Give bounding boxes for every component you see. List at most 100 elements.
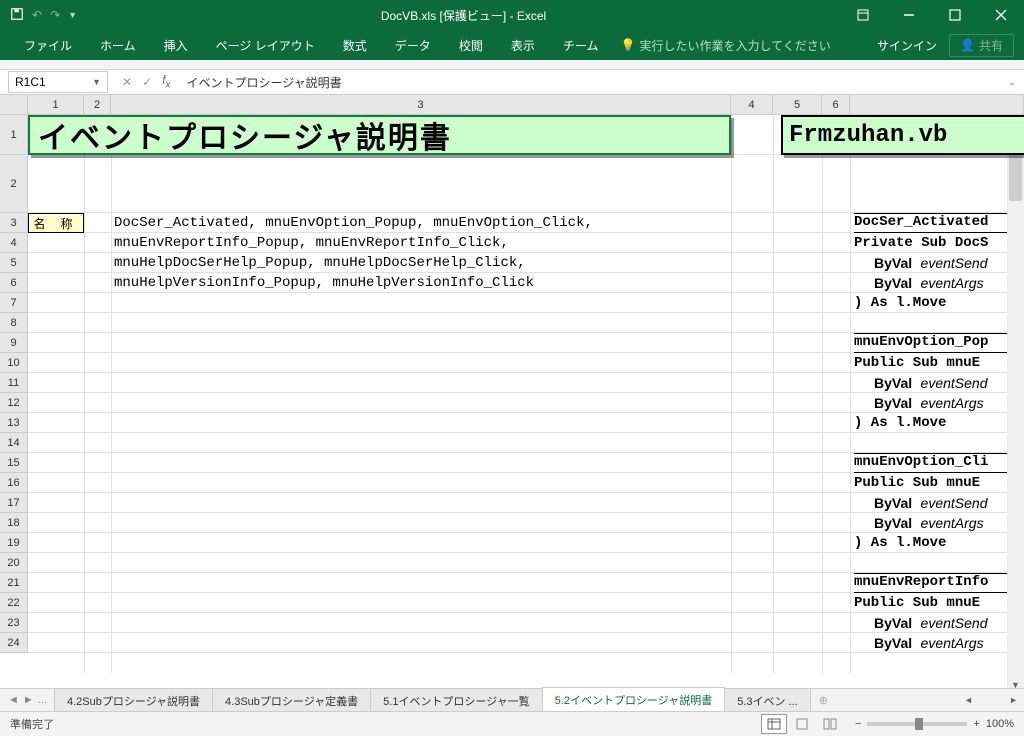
col-header[interactable]: 4 — [731, 95, 773, 114]
name-box[interactable]: R1C1 ▼ — [8, 71, 108, 93]
row-header[interactable]: 19 — [0, 533, 28, 553]
sheet-nav-prev-icon[interactable]: ► — [23, 694, 34, 706]
view-normal-icon[interactable] — [761, 714, 787, 734]
row-header[interactable]: 3 — [0, 213, 28, 233]
row-header[interactable]: 4 — [0, 233, 28, 253]
row-header[interactable]: 9 — [0, 333, 28, 353]
minimize-icon[interactable] — [886, 0, 932, 30]
share-button[interactable]: 👤 共有 — [949, 34, 1014, 57]
row-header[interactable]: 2 — [0, 155, 28, 213]
cells-area[interactable]: イベントプロシージャ説明書 Frmzuhan.vb 名 称 DocSer_Act… — [28, 115, 1024, 673]
col-header[interactable]: 2 — [84, 95, 111, 114]
tab-data[interactable]: データ — [381, 30, 445, 60]
row-header[interactable]: 5 — [0, 253, 28, 273]
row-header[interactable]: 18 — [0, 513, 28, 533]
proc-body[interactable]: ByVal eventArgs — [874, 395, 984, 413]
proc-header[interactable]: mnuEnvOption_Cli — [854, 453, 1024, 473]
zoom-level[interactable]: 100% — [986, 718, 1014, 730]
tab-file[interactable]: ファイル — [10, 30, 86, 60]
proc-body[interactable]: ByVal eventArgs — [874, 635, 984, 653]
code-line[interactable]: mnuEnvReportInfo_Popup, mnuEnvReportInfo… — [114, 235, 509, 251]
add-sheet-icon[interactable]: ⊕ — [811, 694, 836, 707]
sheet-tab[interactable]: 4.2Subプロシージャ説明書 — [54, 688, 213, 713]
proc-header[interactable]: mnuEnvReportInfo — [854, 573, 1024, 593]
code-line[interactable]: mnuHelpDocSerHelp_Popup, mnuHelpDocSerHe… — [114, 255, 526, 271]
fx-icon[interactable]: fx — [162, 73, 178, 90]
sheet-tab[interactable]: 5.3イベン ... — [724, 688, 811, 713]
accept-formula-icon[interactable]: ✓ — [142, 75, 152, 89]
scroll-thumb[interactable] — [1009, 151, 1022, 201]
chevron-down-icon[interactable]: ▼ — [92, 77, 101, 87]
horizontal-scrollbar[interactable]: ◄ ► — [964, 692, 1024, 709]
select-all-corner[interactable] — [0, 95, 28, 114]
tab-view[interactable]: 表示 — [497, 30, 549, 60]
zoom-slider[interactable] — [867, 722, 967, 726]
save-icon[interactable] — [10, 7, 24, 24]
scroll-left-icon[interactable]: ◄ — [964, 695, 973, 705]
row-header[interactable]: 16 — [0, 473, 28, 493]
name-label-cell[interactable]: 名 称 — [28, 213, 84, 233]
row-header[interactable]: 1 — [0, 115, 28, 155]
qat-dropdown-icon[interactable]: ▼ — [68, 10, 77, 20]
tab-page-layout[interactable]: ページ レイアウト — [202, 30, 329, 60]
row-header[interactable]: 6 — [0, 273, 28, 293]
undo-icon[interactable]: ↶ — [32, 8, 42, 22]
sheet-tab-active[interactable]: 5.2イベントプロシージャ説明書 — [542, 687, 726, 714]
cancel-formula-icon[interactable]: ✕ — [122, 75, 132, 89]
zoom-slider-handle[interactable] — [915, 718, 923, 730]
vertical-scrollbar[interactable]: ▲ ▼ — [1007, 135, 1024, 693]
proc-body[interactable]: ByVal ByVal eventSendeventSend — [874, 255, 988, 273]
row-header[interactable]: 11 — [0, 373, 28, 393]
proc-header[interactable]: DocSer_Activated — [854, 213, 1024, 233]
tab-team[interactable]: チーム — [549, 30, 613, 60]
proc-footer[interactable]: ) As l.Move — [854, 535, 946, 551]
col-header[interactable]: 1 — [28, 95, 84, 114]
row-header[interactable]: 14 — [0, 433, 28, 453]
redo-icon[interactable]: ↷ — [50, 8, 60, 22]
tab-insert[interactable]: 挿入 — [150, 30, 202, 60]
col-header[interactable]: 6 — [822, 95, 850, 114]
scroll-right-icon[interactable]: ► — [1009, 695, 1018, 705]
proc-sig[interactable]: Public Sub mnuE — [854, 475, 980, 491]
row-header[interactable]: 10 — [0, 353, 28, 373]
proc-footer[interactable]: ) As l.Move — [854, 295, 946, 311]
proc-body[interactable]: ByVal eventArgs — [874, 515, 984, 533]
code-line[interactable]: mnuHelpVersionInfo_Popup, mnuHelpVersion… — [114, 275, 534, 291]
code-line[interactable]: DocSer_Activated, mnuEnvOption_Popup, mn… — [114, 215, 593, 231]
proc-body[interactable]: ByVal eventSend — [874, 375, 988, 393]
doc-title-cell[interactable]: イベントプロシージャ説明書 — [28, 115, 731, 155]
row-header[interactable]: 8 — [0, 313, 28, 333]
row-header[interactable]: 21 — [0, 573, 28, 593]
filename-cell[interactable]: Frmzuhan.vb — [781, 115, 1024, 155]
zoom-out-icon[interactable]: − — [855, 718, 861, 730]
formula-input[interactable]: イベントプロシージャ説明書 — [178, 74, 1000, 91]
row-header[interactable]: 17 — [0, 493, 28, 513]
proc-sig[interactable]: Public Sub mnuE — [854, 595, 980, 611]
proc-body[interactable]: ByVal eventSend — [874, 615, 988, 633]
row-header[interactable]: 23 — [0, 613, 28, 633]
proc-sig[interactable]: Private Sub DocS — [854, 235, 988, 251]
ribbon-options-icon[interactable] — [840, 0, 886, 30]
row-header[interactable]: 15 — [0, 453, 28, 473]
formula-expand-icon[interactable]: ⌄ — [1000, 77, 1024, 88]
col-header[interactable]: 5 — [773, 95, 822, 114]
sheet-tab[interactable]: 5.1イベントプロシージャ一覧 — [370, 688, 543, 713]
sheet-tab[interactable]: 4.3Subプロシージャ定義書 — [212, 688, 371, 713]
sheet-nav-first-icon[interactable]: ◄ — [8, 694, 19, 706]
col-header[interactable]: 3 — [111, 95, 731, 114]
tab-formulas[interactable]: 数式 — [329, 30, 381, 60]
row-header[interactable]: 7 — [0, 293, 28, 313]
worksheet-grid[interactable]: 1 2 3 4 5 6 7 8 9 10 11 12 13 14 15 16 1… — [0, 115, 1024, 673]
proc-footer[interactable]: ) As l.Move — [854, 415, 946, 431]
row-header[interactable]: 24 — [0, 633, 28, 653]
tell-me-search[interactable]: 💡 実行したい作業を入力してください — [620, 37, 830, 54]
zoom-in-icon[interactable]: + — [973, 718, 979, 730]
proc-header[interactable]: mnuEnvOption_Pop — [854, 333, 1024, 353]
view-page-break-icon[interactable] — [817, 714, 843, 734]
row-header[interactable]: 22 — [0, 593, 28, 613]
tab-home[interactable]: ホーム — [86, 30, 150, 60]
proc-body[interactable]: ByVal eventArgs — [874, 275, 984, 293]
row-header[interactable]: 20 — [0, 553, 28, 573]
maximize-icon[interactable] — [932, 0, 978, 30]
proc-body[interactable]: ByVal eventSend — [874, 495, 988, 513]
